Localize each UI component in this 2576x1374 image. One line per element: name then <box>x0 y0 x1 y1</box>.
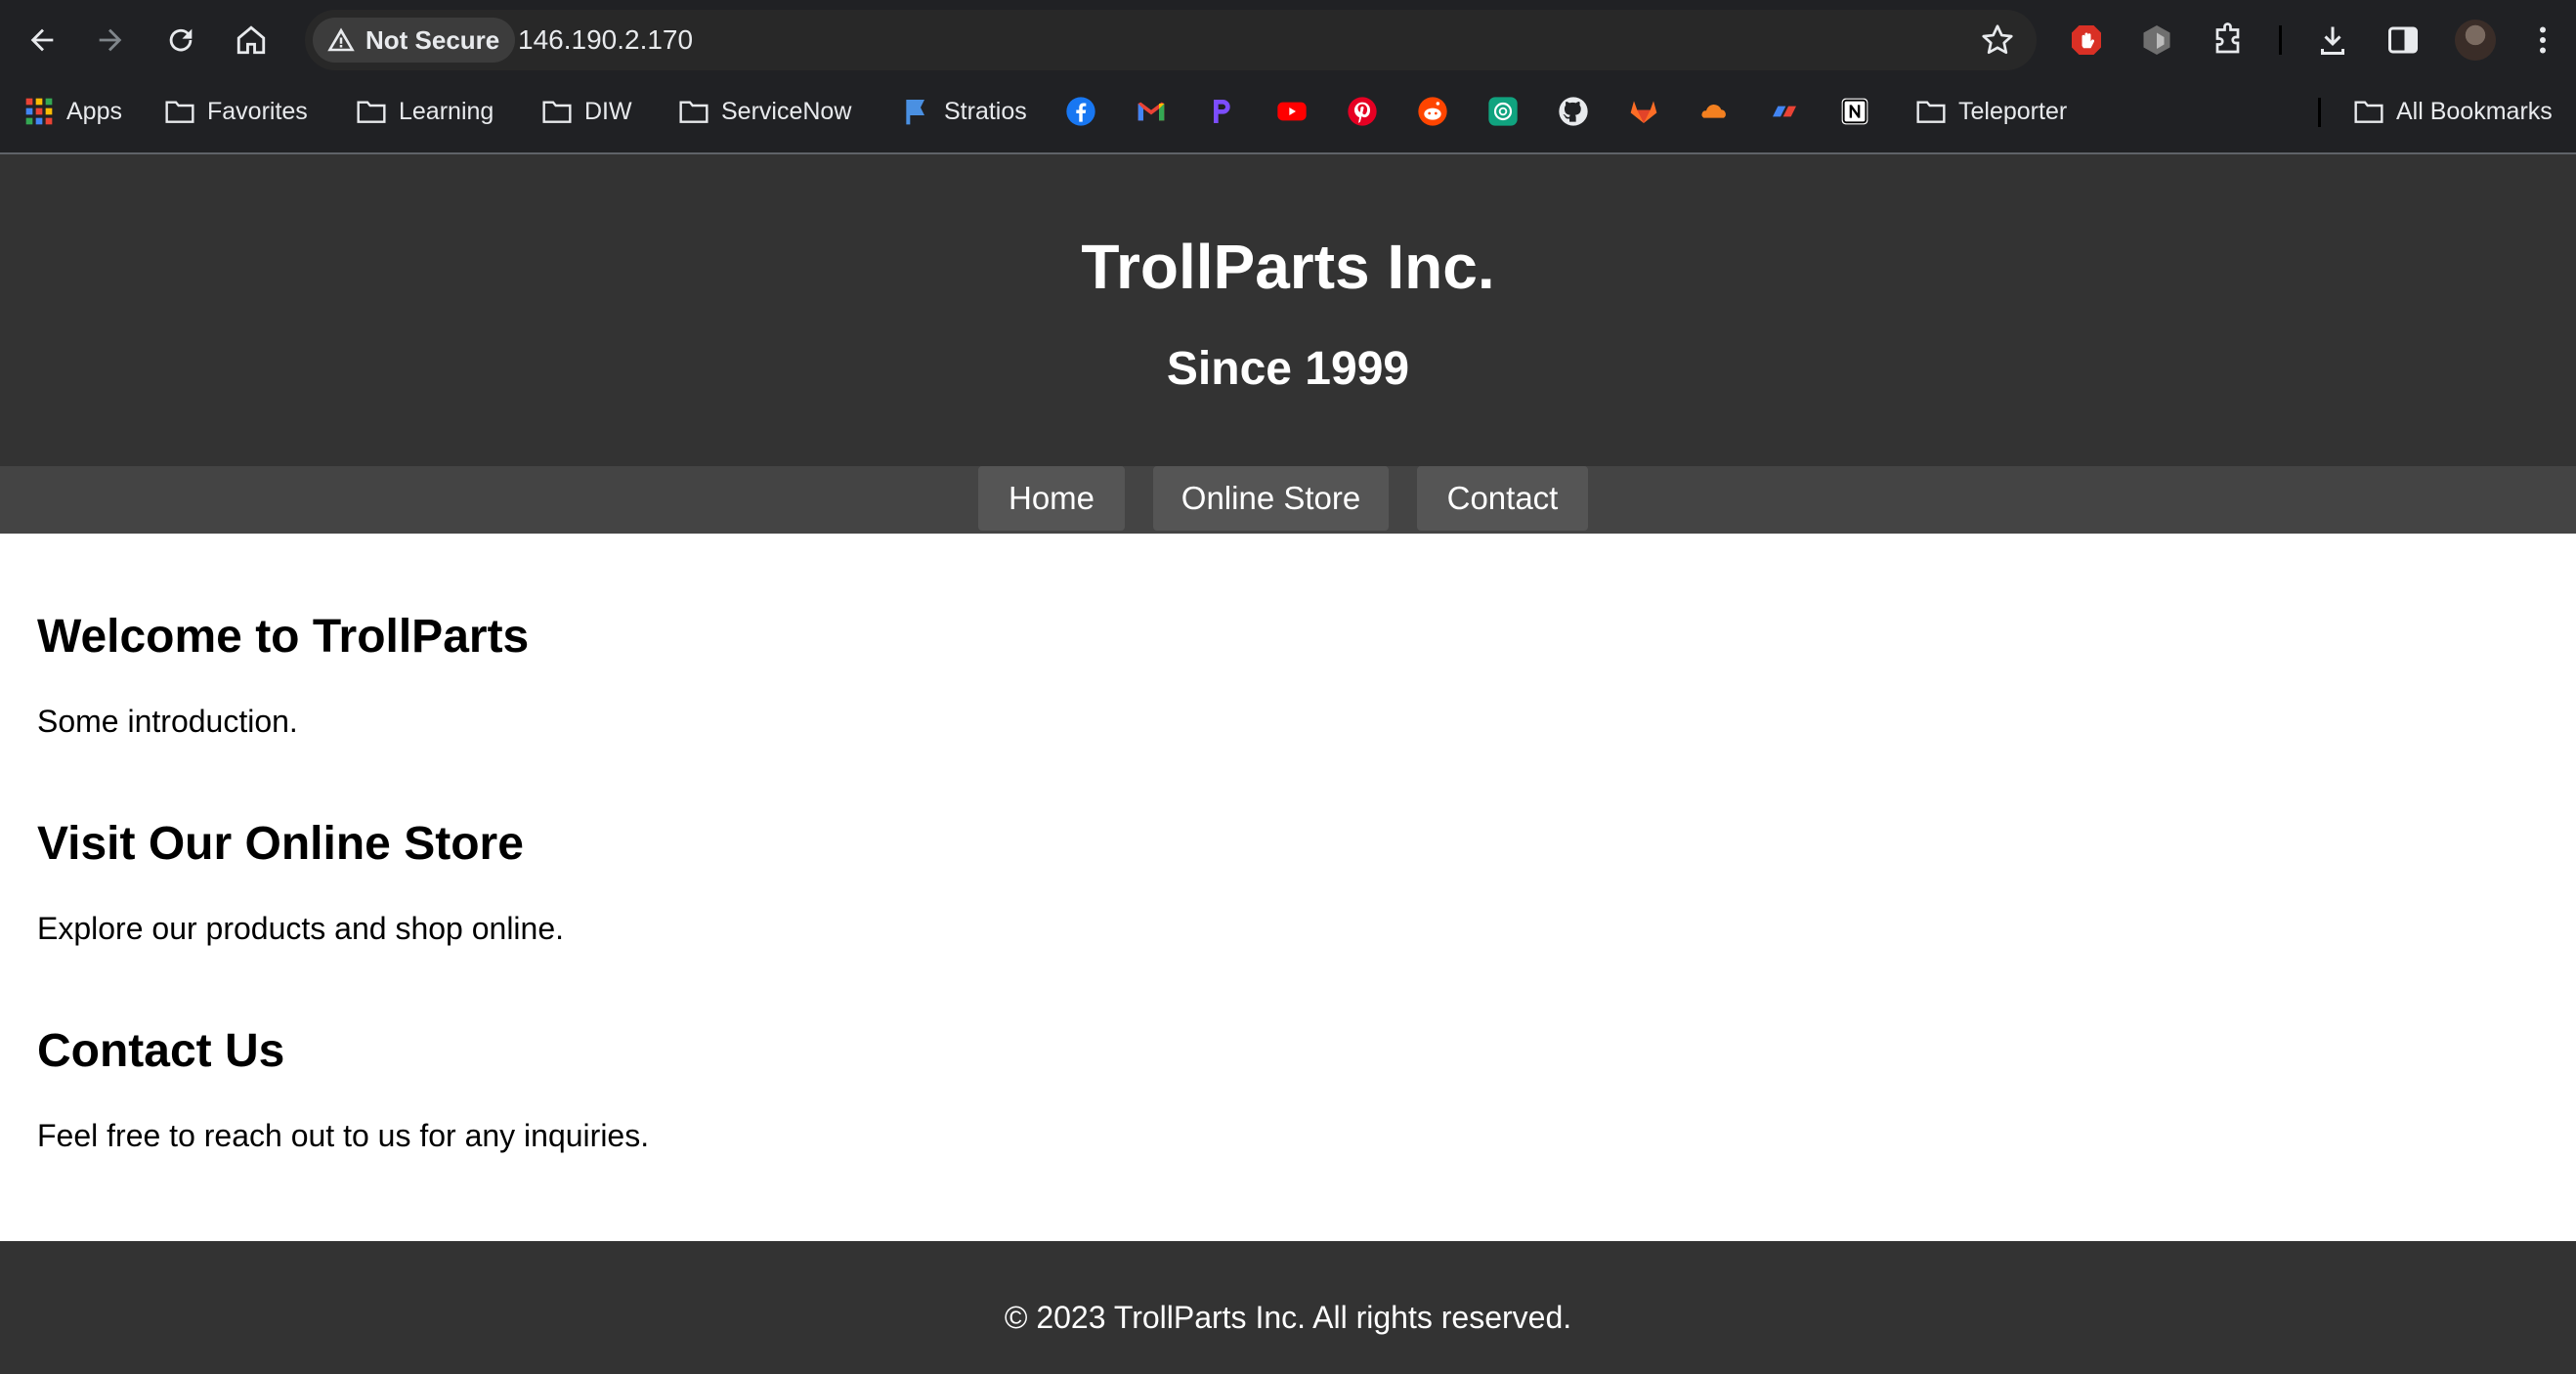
url-text[interactable]: 146.190.2.170 <box>518 10 693 70</box>
puzzle-icon[interactable] <box>2209 20 2250 61</box>
nav-contact[interactable]: Contact <box>1417 466 1588 531</box>
reload-icon[interactable] <box>156 16 205 64</box>
gmail-icon[interactable] <box>1136 84 1167 139</box>
bookmark-apps[interactable]: Apps <box>23 84 122 139</box>
apps-grid-icon <box>25 98 53 125</box>
sidepanel-icon[interactable] <box>2383 20 2424 61</box>
section-heading-welcome: Welcome to TrollParts <box>37 611 530 663</box>
bookmark-teleporter[interactable]: Teleporter <box>1915 84 2067 139</box>
nav-home[interactable]: Home <box>978 466 1125 531</box>
folder-icon <box>542 101 572 123</box>
home-icon[interactable] <box>227 16 276 64</box>
chatgpt-icon[interactable] <box>1487 84 1519 139</box>
bookmark-label: Apps <box>66 97 122 125</box>
folder-icon <box>2354 101 2383 123</box>
address-bar[interactable]: Not Secure 146.190.2.170 <box>305 10 2037 70</box>
security-chip[interactable]: Not Secure <box>313 18 516 63</box>
bookmark-label: Learning <box>399 97 494 125</box>
stratios-flag-icon <box>906 100 924 125</box>
reddit-icon[interactable] <box>1417 84 1448 139</box>
bookmark-all-bookmarks[interactable]: All Bookmarks <box>2353 84 2553 139</box>
notion-icon[interactable] <box>1839 84 1870 139</box>
toolbar-divider <box>2279 25 2282 55</box>
bookmark-learning[interactable]: Learning <box>356 84 494 139</box>
star-icon[interactable] <box>1980 22 2015 58</box>
folder-icon <box>1916 101 1946 123</box>
bookmark-label: DIW <box>584 97 632 125</box>
bookmark-label: Stratios <box>944 97 1027 125</box>
adblock-hand-icon[interactable] <box>2066 20 2107 61</box>
cloudflare-icon[interactable] <box>1698 84 1730 139</box>
profile-avatar[interactable] <box>2455 20 2496 61</box>
bookmark-label: Favorites <box>207 97 308 125</box>
site-subtitle: Since 1999 <box>1166 343 1410 395</box>
forward-arrow-icon[interactable] <box>86 16 135 64</box>
bookmark-servicenow[interactable]: ServiceNow <box>678 84 851 139</box>
github-icon[interactable] <box>1558 84 1589 139</box>
bookmark-diw[interactable]: DIW <box>541 84 632 139</box>
bookmark-label: ServiceNow <box>721 97 852 125</box>
youtube-icon[interactable] <box>1276 84 1308 139</box>
cloud-app-icon[interactable] <box>1769 84 1800 139</box>
extension-hex-icon[interactable] <box>2136 20 2177 61</box>
gitlab-icon[interactable] <box>1628 84 1659 139</box>
bookmark-label: All Bookmarks <box>2396 97 2553 125</box>
site-nav: Home Online Store Contact <box>0 466 2576 534</box>
folder-icon <box>679 101 708 123</box>
download-icon[interactable] <box>2312 20 2353 61</box>
nav-online-store[interactable]: Online Store <box>1153 466 1389 531</box>
section-heading-contact: Contact Us <box>37 1025 285 1077</box>
folder-icon <box>357 101 386 123</box>
kebab-menu-icon[interactable] <box>2523 20 2562 61</box>
bookmark-favorites[interactable]: Favorites <box>164 84 308 139</box>
p-icon[interactable] <box>1206 84 1237 139</box>
browser-chrome: Not Secure 146.190.2.170 Apps Favorites … <box>0 0 2576 154</box>
section-heading-store: Visit Our Online Store <box>37 818 524 870</box>
security-label: Not Secure <box>365 24 500 55</box>
site-footer: © 2023 TrollParts Inc. All rights reserv… <box>0 1241 2576 1374</box>
site-header: TrollParts Inc. Since 1999 <box>0 154 2576 466</box>
bookmark-stratios[interactable]: Stratios <box>901 84 1027 139</box>
browser-toolbar: Not Secure 146.190.2.170 <box>0 0 2576 80</box>
pinterest-icon[interactable] <box>1347 84 1378 139</box>
bookmarks-bar: Apps Favorites Learning DIW ServiceNow S… <box>0 84 2576 139</box>
bookmark-label: Teleporter <box>1958 97 2068 125</box>
footer-copyright: © 2023 TrollParts Inc. All rights reserv… <box>1004 1300 1572 1335</box>
warning-icon <box>327 27 355 52</box>
folder-icon <box>165 101 194 123</box>
site-title: TrollParts Inc. <box>1081 232 1495 302</box>
section-text-store: Explore our products and shop online. <box>37 911 565 946</box>
back-arrow-icon[interactable] <box>18 16 66 64</box>
bookmarks-divider <box>2318 98 2321 127</box>
facebook-icon[interactable] <box>1065 84 1096 139</box>
section-text-contact: Feel free to reach out to us for any inq… <box>37 1118 650 1153</box>
section-text-welcome: Some introduction. <box>37 704 298 739</box>
